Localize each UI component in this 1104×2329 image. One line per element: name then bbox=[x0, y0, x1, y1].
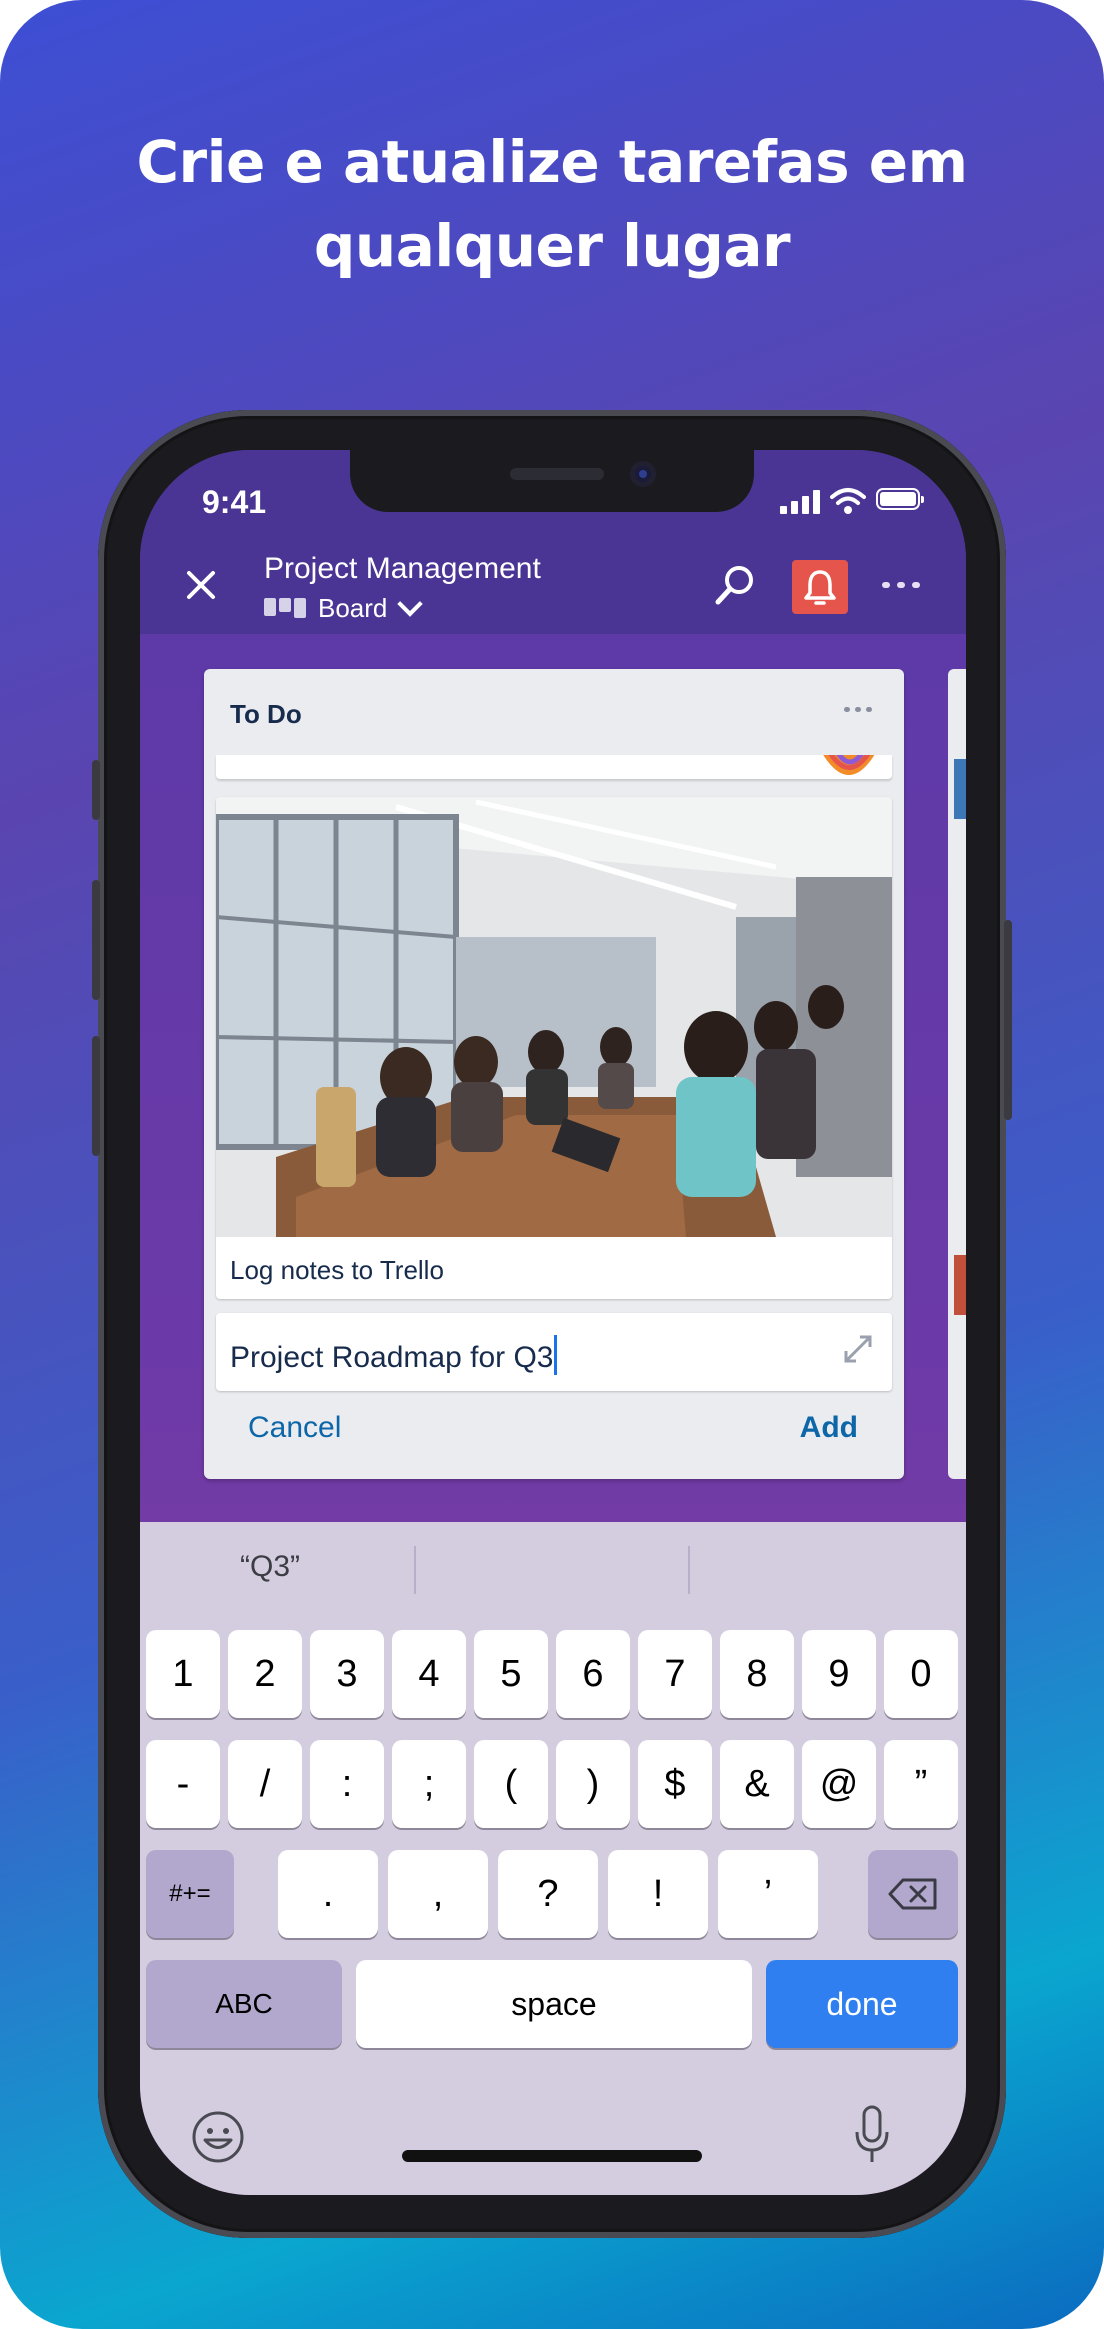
space-key[interactable]: space bbox=[356, 1960, 752, 2048]
key[interactable]: - bbox=[146, 1740, 220, 1828]
new-card-input[interactable]: Project Roadmap for Q3 bbox=[216, 1313, 892, 1391]
backspace-icon bbox=[888, 1878, 937, 1910]
view-label: Board bbox=[318, 592, 388, 623]
key[interactable]: ( bbox=[474, 1740, 548, 1828]
key[interactable]: 6 bbox=[556, 1630, 630, 1718]
key[interactable]: $ bbox=[638, 1740, 712, 1828]
headline: Crie e atualize tarefas em qualquer luga… bbox=[136, 128, 968, 280]
key-row-bottom: ABC space done bbox=[140, 1960, 966, 2052]
volume-down-button bbox=[92, 1036, 100, 1156]
meeting-room-photo bbox=[216, 797, 892, 1237]
card-title: Log notes to Trello bbox=[230, 1255, 444, 1285]
front-camera bbox=[630, 461, 656, 487]
bell-icon bbox=[804, 570, 836, 605]
key[interactable]: 5 bbox=[474, 1630, 548, 1718]
text-caret bbox=[554, 1335, 558, 1375]
key-row-digits: 1 2 3 4 5 6 7 8 9 0 bbox=[140, 1630, 966, 1722]
key[interactable]: , bbox=[388, 1850, 488, 1938]
next-list[interactable] bbox=[948, 669, 966, 1479]
key[interactable]: 8 bbox=[720, 1630, 794, 1718]
board-title: Project Management bbox=[264, 552, 541, 585]
suggestion-divider bbox=[688, 1546, 690, 1594]
card-previous[interactable] bbox=[216, 755, 892, 779]
key[interactable]: & bbox=[720, 1740, 794, 1828]
suggestion-bar: “Q3” bbox=[140, 1522, 966, 1618]
key[interactable]: 9 bbox=[802, 1630, 876, 1718]
list-menu-icon[interactable] bbox=[844, 707, 874, 713]
key[interactable]: 4 bbox=[392, 1630, 466, 1718]
signal-icon bbox=[780, 490, 822, 514]
view-switcher[interactable]: Board bbox=[264, 590, 424, 626]
key[interactable]: ) bbox=[556, 1740, 630, 1828]
done-key[interactable]: done bbox=[766, 1960, 958, 2048]
wifi-icon bbox=[830, 488, 866, 514]
notch bbox=[350, 450, 754, 512]
new-card-text[interactable]: Project Roadmap for Q3 bbox=[230, 1335, 558, 1375]
key[interactable]: ” bbox=[884, 1740, 958, 1828]
board-view-icon bbox=[264, 596, 306, 620]
next-list-card-thumb bbox=[954, 1255, 966, 1315]
key-row-symbols: - / : ; ( ) $ & @ ” bbox=[140, 1740, 966, 1832]
suggestion-divider bbox=[414, 1546, 416, 1594]
add-button[interactable]: Add bbox=[800, 1411, 858, 1445]
list-title: To Do bbox=[230, 699, 302, 729]
key[interactable]: 0 bbox=[884, 1630, 958, 1718]
key[interactable]: : bbox=[310, 1740, 384, 1828]
cancel-button[interactable]: Cancel bbox=[248, 1411, 341, 1445]
status-time: 9:41 bbox=[202, 484, 267, 520]
key[interactable]: ? bbox=[498, 1850, 598, 1938]
app-bar: Project Management Board bbox=[140, 540, 966, 634]
key[interactable]: 3 bbox=[310, 1630, 384, 1718]
key[interactable]: ; bbox=[392, 1740, 466, 1828]
key[interactable]: 7 bbox=[638, 1630, 712, 1718]
key[interactable]: @ bbox=[802, 1740, 876, 1828]
power-button bbox=[1004, 920, 1012, 1120]
next-list-card-thumb bbox=[954, 759, 966, 819]
list-to-do: To Do Log notes to Trello Project Roadma… bbox=[204, 669, 904, 1479]
home-indicator[interactable] bbox=[402, 2150, 702, 2162]
microphone-icon[interactable] bbox=[852, 2104, 892, 2166]
expand-icon[interactable] bbox=[836, 1327, 880, 1371]
battery-icon bbox=[876, 488, 924, 510]
sticker-icon bbox=[823, 755, 875, 775]
key[interactable]: 2 bbox=[228, 1630, 302, 1718]
key-row-punctuation: #+= . , ? ! ’ bbox=[140, 1850, 966, 1942]
emoji-icon[interactable] bbox=[190, 2109, 246, 2165]
close-icon[interactable] bbox=[178, 562, 224, 608]
more-options-icon[interactable] bbox=[882, 582, 922, 592]
abc-key[interactable]: ABC bbox=[146, 1960, 342, 2048]
notifications-button[interactable] bbox=[792, 560, 848, 614]
volume-up-button bbox=[92, 880, 100, 1000]
mute-switch bbox=[92, 760, 100, 820]
search-icon[interactable] bbox=[712, 562, 758, 608]
keyboard: “Q3” 1 2 3 4 5 6 7 8 9 0 - / : ; () $ &… bbox=[140, 1522, 966, 2195]
speaker-grille bbox=[510, 468, 604, 480]
card-log-notes[interactable]: Log notes to Trello bbox=[216, 797, 892, 1299]
key[interactable]: . bbox=[278, 1850, 378, 1938]
phone-screen: 9:41 Project Management Board To Do Log … bbox=[140, 450, 966, 2195]
key[interactable]: ’ bbox=[718, 1850, 818, 1938]
key[interactable]: 1 bbox=[146, 1630, 220, 1718]
key[interactable]: / bbox=[228, 1740, 302, 1828]
chevron-down-icon bbox=[397, 591, 424, 617]
more-symbols-key[interactable]: #+= bbox=[146, 1850, 234, 1938]
delete-key[interactable] bbox=[868, 1850, 958, 1938]
background: Crie e atualize tarefas em qualquer luga… bbox=[0, 0, 1104, 2329]
key[interactable]: ! bbox=[608, 1850, 708, 1938]
suggestion-item[interactable]: “Q3” bbox=[240, 1550, 300, 1584]
